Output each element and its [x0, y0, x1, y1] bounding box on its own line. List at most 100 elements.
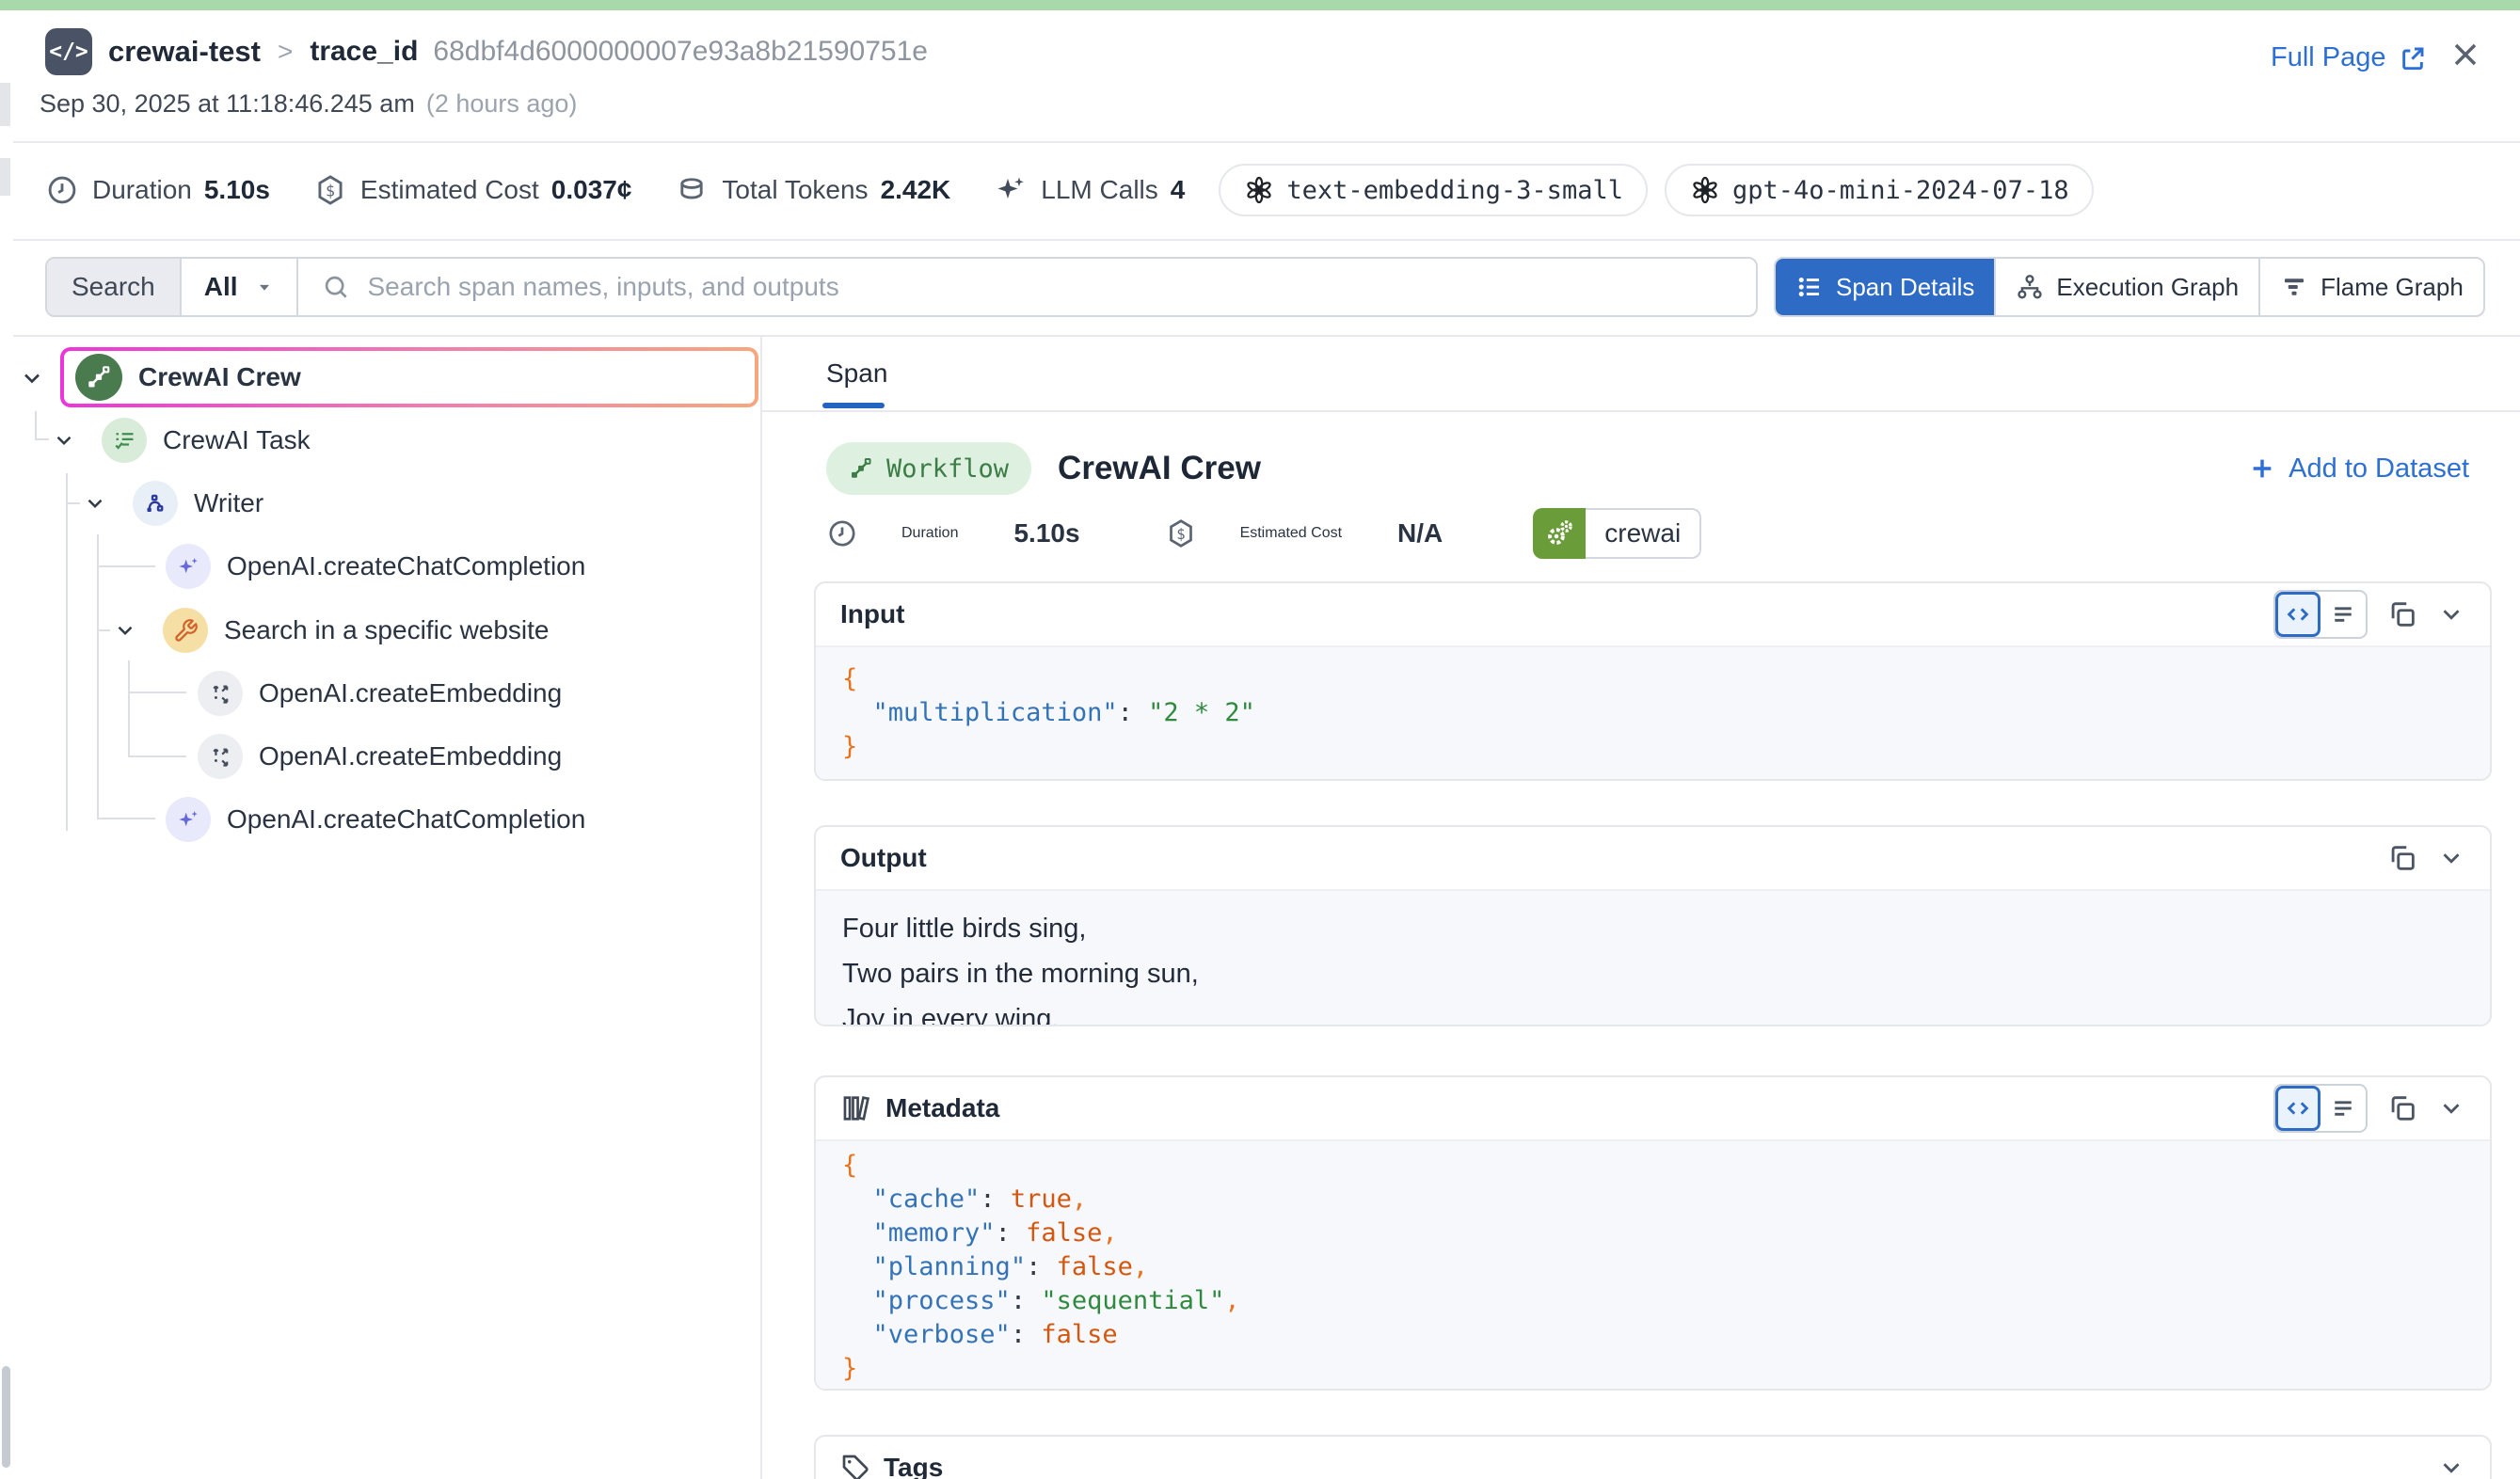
close-icon[interactable]: [2447, 36, 2484, 73]
metadata-card: Metadata: [814, 1075, 2492, 1391]
breadcrumb-separator: >: [278, 37, 293, 67]
llm-sparkle-icon: [166, 797, 211, 842]
span-meta-row: Duration 5.10s $ Estimated Cost N/A: [826, 508, 1701, 559]
stat-label: Estimated Cost: [1240, 525, 1342, 542]
json-value: false: [1057, 1252, 1133, 1281]
tab-flame-graph[interactable]: Flame Graph: [2258, 259, 2483, 315]
metadata-card-header: Metadata: [816, 1077, 2490, 1139]
json-value: false: [1041, 1320, 1117, 1349]
code-view-toggle[interactable]: [2275, 592, 2321, 637]
full-page-link[interactable]: Full Page: [2271, 42, 2428, 73]
tags-card-header: Tags: [816, 1437, 2490, 1479]
tree-item-chat-completion-2[interactable]: OpenAI.createChatCompletion: [0, 788, 758, 851]
search-bar: Search All: [45, 257, 1758, 317]
svg-text:$: $: [1176, 526, 1185, 543]
json-key: "multiplication": [873, 698, 1118, 727]
llm-sparkle-icon: [166, 544, 211, 589]
add-to-dataset-button[interactable]: Add to Dataset: [2247, 453, 2469, 485]
external-link-icon: [2398, 43, 2428, 73]
json-key: "cache": [873, 1185, 981, 1214]
json-line: {: [842, 662, 2464, 696]
clock-icon: [826, 517, 858, 549]
chevron-down-icon[interactable]: [113, 618, 137, 643]
view-toggle-group: [2273, 590, 2368, 639]
openai-logo-icon: [1243, 174, 1275, 206]
input-title: Input: [840, 599, 904, 629]
output-body: Four little birds sing, Two pairs in the…: [816, 889, 2490, 1026]
json-line: "planning": false,: [842, 1250, 2464, 1284]
sparkles-icon: [994, 173, 1028, 207]
collapse-chevron-icon[interactable]: [2437, 1454, 2465, 1479]
output-title: Output: [840, 843, 927, 873]
tags-title: Tags: [884, 1453, 943, 1479]
trace-detail-page: </> crewai-test > trace_id 68dbf4d600000…: [0, 0, 2520, 1479]
code-view-toggle[interactable]: [2275, 1086, 2321, 1131]
tab-span-details[interactable]: Span Details: [1776, 259, 1994, 315]
tree-item-label: Search in a specific website: [224, 615, 550, 645]
tree-item-crewai-task[interactable]: CrewAI Task: [0, 409, 758, 471]
stat-label: Estimated Cost: [360, 175, 539, 205]
tab-span[interactable]: Span: [826, 358, 887, 389]
json-line: "verbose": false: [842, 1318, 2464, 1352]
caret-down-icon: [255, 278, 274, 296]
json-brace: }: [842, 732, 857, 761]
stat-estimated-cost: $ Estimated Cost 0.037¢: [313, 173, 632, 207]
cost-icon: $: [1165, 517, 1197, 549]
chevron-down-icon[interactable]: [52, 428, 76, 453]
stat-total-tokens: Total Tokens 2.42K: [675, 173, 950, 207]
trace-timestamp-row: Sep 30, 2025 at 11:18:46.245 am (2 hours…: [40, 85, 577, 122]
tab-execution-graph[interactable]: Execution Graph: [1994, 259, 2258, 315]
search-filter-value: All: [204, 272, 238, 302]
stat-value: 2.42K: [881, 175, 951, 205]
chevron-down-icon[interactable]: [19, 365, 45, 391]
stat-label: Duration: [901, 525, 958, 542]
text-view-toggle[interactable]: [2321, 1086, 2366, 1131]
copy-icon[interactable]: [2386, 598, 2418, 630]
span-title: CrewAI Crew: [1058, 450, 1261, 487]
wrench-icon: [163, 608, 208, 653]
search-input[interactable]: [366, 271, 1734, 303]
tree-item-crewai-crew[interactable]: CrewAI Crew: [60, 347, 758, 407]
output-card-header: Output: [816, 827, 2490, 889]
output-line: Four little birds sing,: [842, 906, 2464, 951]
project-name: crewai-test: [108, 35, 261, 69]
trace-time-ago: (2 hours ago): [426, 89, 578, 119]
text-view-toggle[interactable]: [2321, 592, 2366, 637]
tree-item-search-tool[interactable]: Search in a specific website: [0, 599, 758, 661]
json-line: "process": "sequential",: [842, 1284, 2464, 1318]
stat-value: 5.10s: [1013, 518, 1079, 549]
collapse-chevron-icon[interactable]: [2437, 600, 2465, 628]
workflow-icon: [849, 456, 873, 481]
page-scrollbar-thumb[interactable]: [2, 1366, 10, 1468]
input-card-header: Input: [816, 583, 2490, 645]
cost-icon: $: [313, 173, 347, 207]
json-line: "multiplication": "2 * 2": [842, 696, 2464, 730]
copy-icon[interactable]: [2386, 842, 2418, 874]
json-line: {: [842, 1149, 2464, 1183]
span-type-badge: Workflow: [826, 442, 1031, 495]
tree-item-label: OpenAI.createChatCompletion: [227, 804, 585, 835]
collapse-chevron-icon[interactable]: [2437, 1094, 2465, 1122]
span-duration: Duration 5.10s: [826, 517, 1124, 549]
page-top-accent-bar: [0, 0, 2520, 10]
output-line: Two pairs in the morning sun,: [842, 951, 2464, 996]
view-switcher: Span Details Execution Graph Flame Graph: [1774, 257, 2485, 317]
tree-item-embedding-1[interactable]: OpenAI.createEmbedding: [0, 662, 758, 724]
tree-item-label: Writer: [194, 488, 263, 518]
tree-item-embedding-2[interactable]: OpenAI.createEmbedding: [0, 725, 758, 787]
copy-icon[interactable]: [2386, 1092, 2418, 1124]
chevron-down-icon[interactable]: [83, 491, 107, 516]
json-key: "planning": [873, 1252, 1027, 1281]
stat-value: 5.10s: [204, 175, 270, 205]
json-value: false: [1026, 1218, 1102, 1248]
tree-item-writer[interactable]: Writer: [0, 472, 758, 534]
search-filter-dropdown[interactable]: All: [182, 259, 298, 315]
tab-label: Execution Graph: [2056, 273, 2239, 302]
tab-label: Span Details: [1836, 273, 1974, 302]
json-brace: {: [842, 1151, 857, 1180]
output-card: Output Four little birds sing, Two pairs…: [814, 825, 2492, 1026]
model-badge: text-embedding-3-small: [1219, 164, 1648, 216]
collapse-chevron-icon[interactable]: [2437, 844, 2465, 872]
tree-item-chat-completion-1[interactable]: OpenAI.createChatCompletion: [0, 535, 758, 597]
input-json-body: { "multiplication": "2 * 2" }: [816, 645, 2490, 781]
